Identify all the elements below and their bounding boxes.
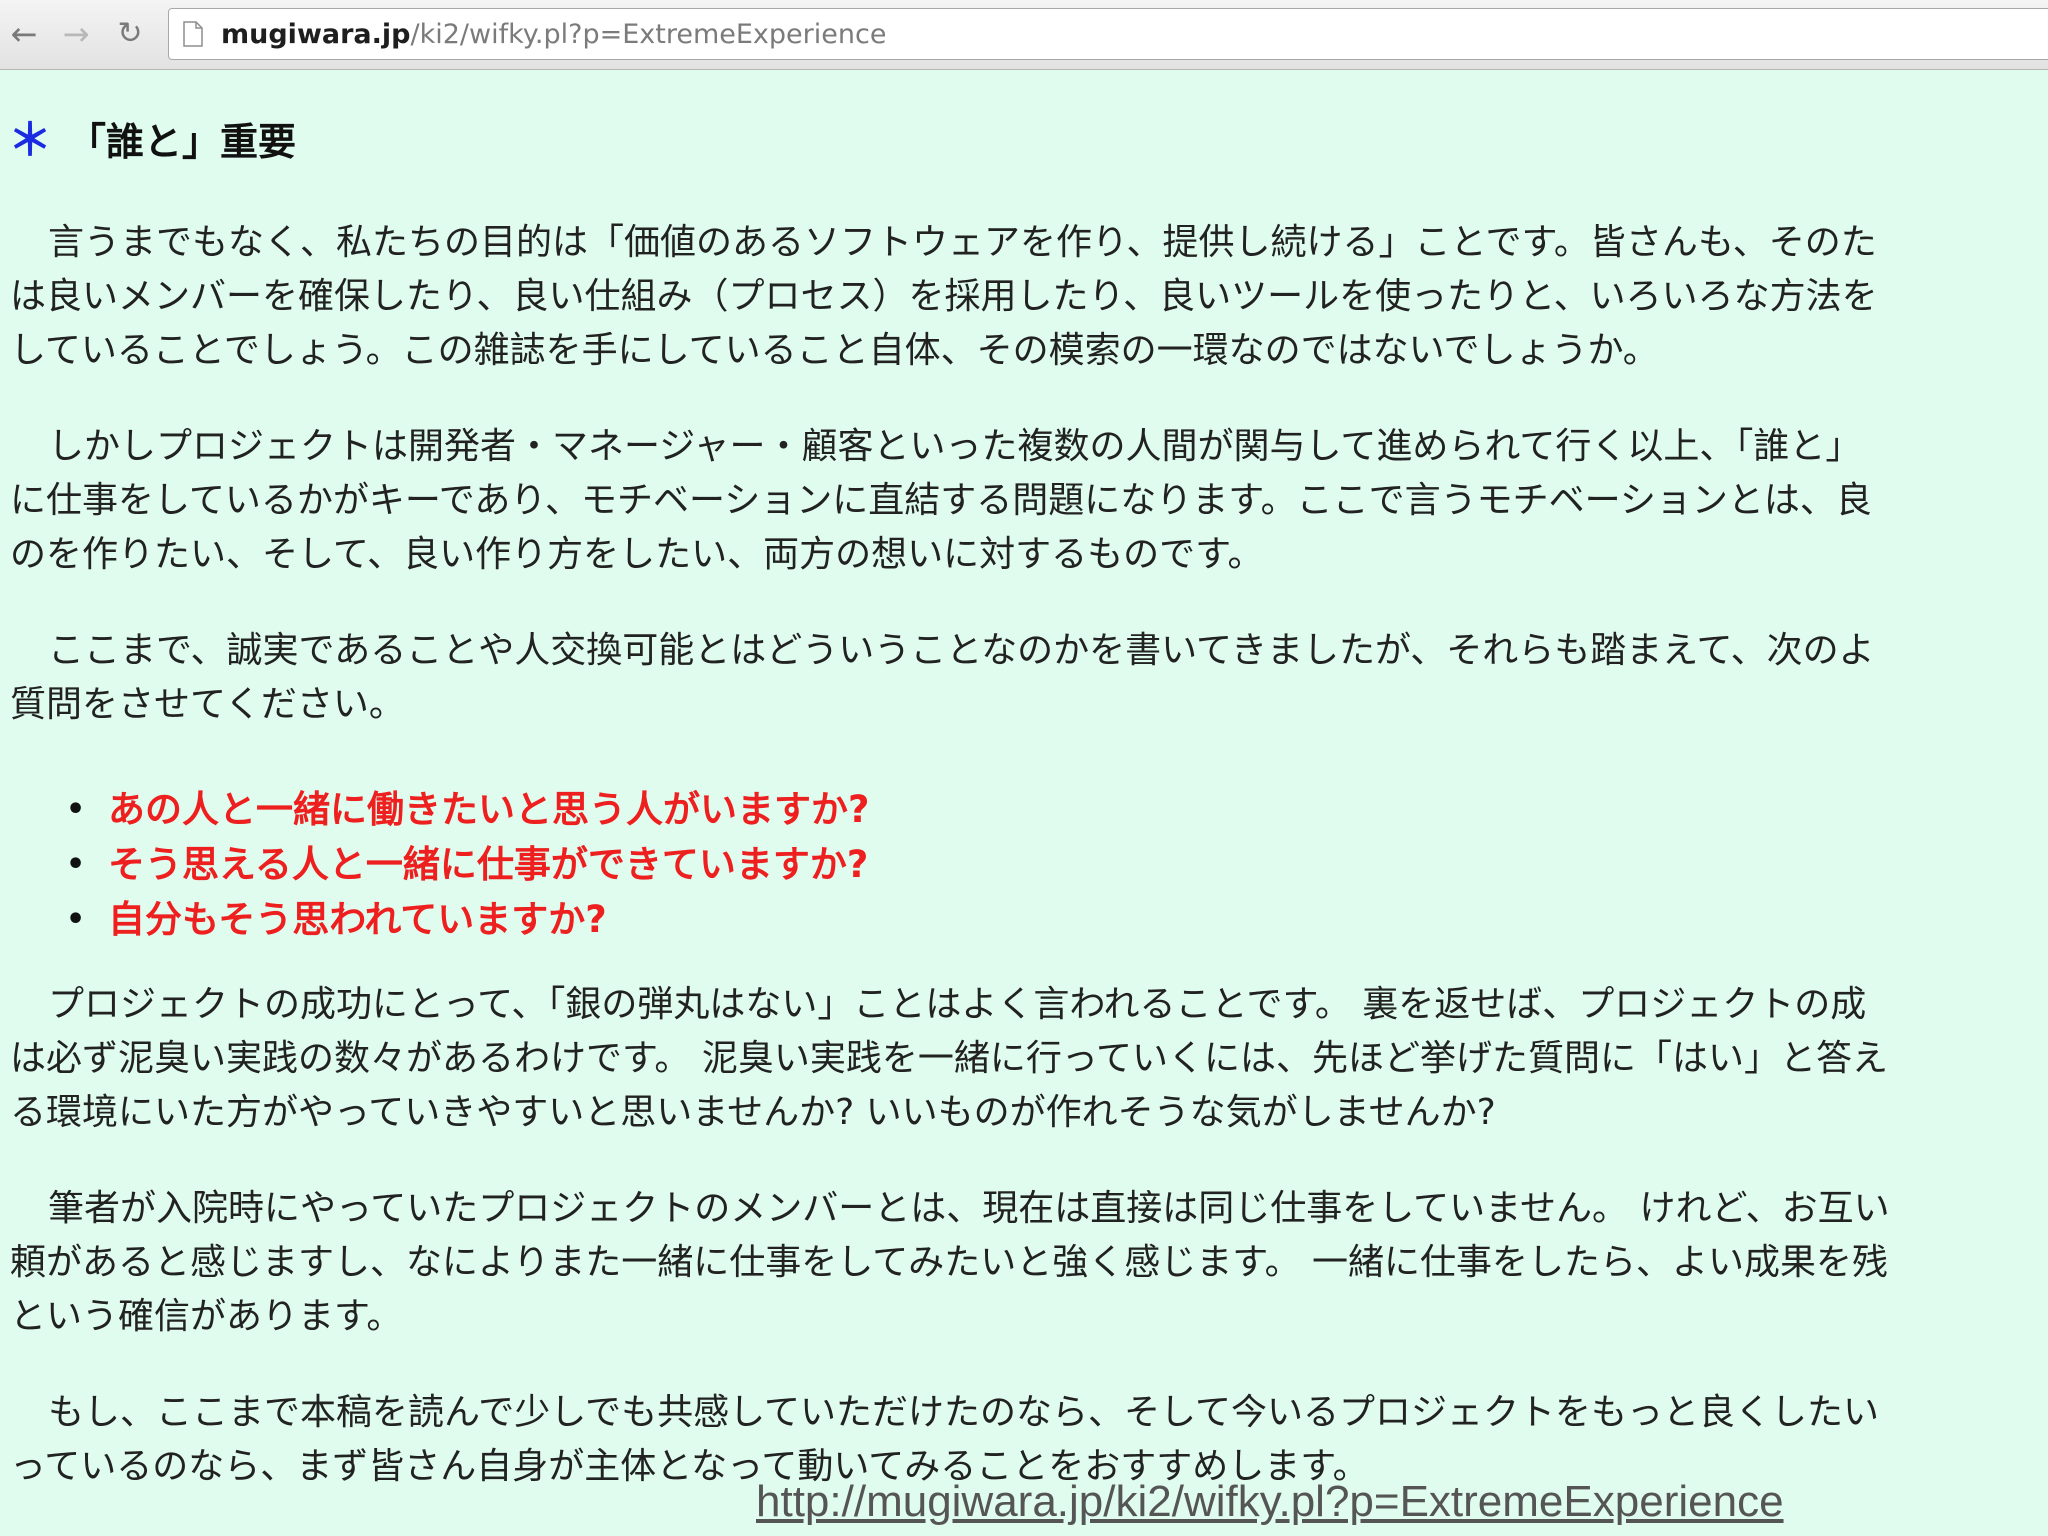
bullet-icon: • [66,792,86,827]
question-text: あの人と一緒に働きたいと思う人がいますか? [108,788,870,831]
page-content: ＊ 「誰と」重要 言うまでもなく、私たちの目的は「価値のあるソフトウェアを作り、提… [0,70,2048,1536]
paragraph-5: 筆者が入院時にやっていたプロジェクトのメンバーとは、現在は直接は同じ仕事をしてい… [10,1182,2048,1344]
back-arrow-icon[interactable]: ← [6,14,42,54]
bullet-icon: • [66,847,86,882]
section-heading-text: 「誰と」重要 [68,120,297,164]
list-item: • そう思える人と一緒に仕事ができていますか? [60,837,869,892]
paragraph-line: に仕事をしているかがキーであり、モチベーションに直結する問題になります。ここで言… [10,480,1872,521]
paragraph-line: は必ず泥臭い実践の数々があるわけです。 泥臭い実践を一緒に行っていくには、先ほど… [10,1038,1889,1079]
address-bar[interactable]: mugiwara.jp/ki2/wifky.pl?p=ExtremeExperi… [168,8,2048,60]
paragraph-line: る環境にいた方がやっていきやすいと思いませんか? いいものが作れそうな気がしませ… [10,1092,1496,1133]
browser-toolbar: ← → ↻ mugiwara.jp/ki2/wifky.pl?p=Extreme… [0,0,2048,70]
paragraph-2: しかしプロジェクトは開発者・マネージャー・顧客といった複数の人間が関与して進めら… [10,420,2048,582]
paragraph-line: プロジェクトの成功にとって、「銀の弾丸はない」ことはよく言われることです。 裏を… [48,984,1867,1025]
question-text: 自分もそう思われていますか? [108,898,607,941]
paragraph-line: していることでしょう。この雑誌を手にしていること自体、その模索の一環なのではない… [10,330,1659,371]
asterisk-icon: ＊ [8,115,52,166]
question-text: そう思える人と一緒に仕事ができていますか? [108,843,869,886]
paragraph-line: は良いメンバーを確保したり、良い仕組み（プロセス）を採用したり、良いツールを使っ… [10,276,1878,317]
paragraph-3: ここまで、誠実であることや人交換可能とはどういうことなのかを書いてきましたが、そ… [10,624,2048,732]
paragraph-4: プロジェクトの成功にとって、「銀の弾丸はない」ことはよく言われることです。 裏を… [10,978,2048,1140]
url-path: /ki2/wifky.pl?p=ExtremeExperience [410,19,887,50]
bullet-icon: • [66,902,86,937]
paragraph-line: しかしプロジェクトは開発者・マネージャー・顧客といった複数の人間が関与して進めら… [48,426,1862,467]
paragraph-line: のを作りたい、そして、良い作り方をしたい、両方の想いに対するものです。 [10,534,1264,575]
page-icon [183,21,203,47]
paragraph-1: 言うまでもなく、私たちの目的は「価値のあるソフトウェアを作り、提供し続ける」こと… [10,216,2048,378]
reload-icon[interactable]: ↻ [112,14,148,54]
list-item: • 自分もそう思われていますか? [60,892,869,947]
paragraph-line: 頼があると感じますし、なによりまた一緒に仕事をしてみたいと強く感じます。 一緒に… [10,1242,1889,1283]
forward-arrow-icon[interactable]: → [58,14,94,54]
source-url-caption: http://mugiwara.jp/ki2/wifky.pl?p=Extrem… [756,1477,1784,1526]
paragraph-line: ここまで、誠実であることや人交換可能とはどういうことなのかを書いてきましたが、そ… [48,630,1875,671]
url-text[interactable]: mugiwara.jp/ki2/wifky.pl?p=ExtremeExperi… [221,19,886,51]
paragraph-line: 言うまでもなく、私たちの目的は「価値のあるソフトウェアを作り、提供し続ける」こと… [48,222,1877,263]
paragraph-line: という確信があります。 [10,1296,403,1337]
paragraph-line: 質問をさせてください。 [10,684,405,725]
paragraph-line: もし、ここまで本稿を読んで少しでも共感していただけたのなら、そして今いるプロジェ… [48,1392,1879,1433]
section-heading: ＊ 「誰と」重要 [8,116,296,167]
list-item: • あの人と一緒に働きたいと思う人がいますか? [60,782,869,837]
paragraph-line: 筆者が入院時にやっていたプロジェクトのメンバーとは、現在は直接は同じ仕事をしてい… [48,1188,1890,1229]
url-host: mugiwara.jp [221,19,411,50]
question-list: • あの人と一緒に働きたいと思う人がいますか? • そう思える人と一緒に仕事ができて… [60,782,869,947]
